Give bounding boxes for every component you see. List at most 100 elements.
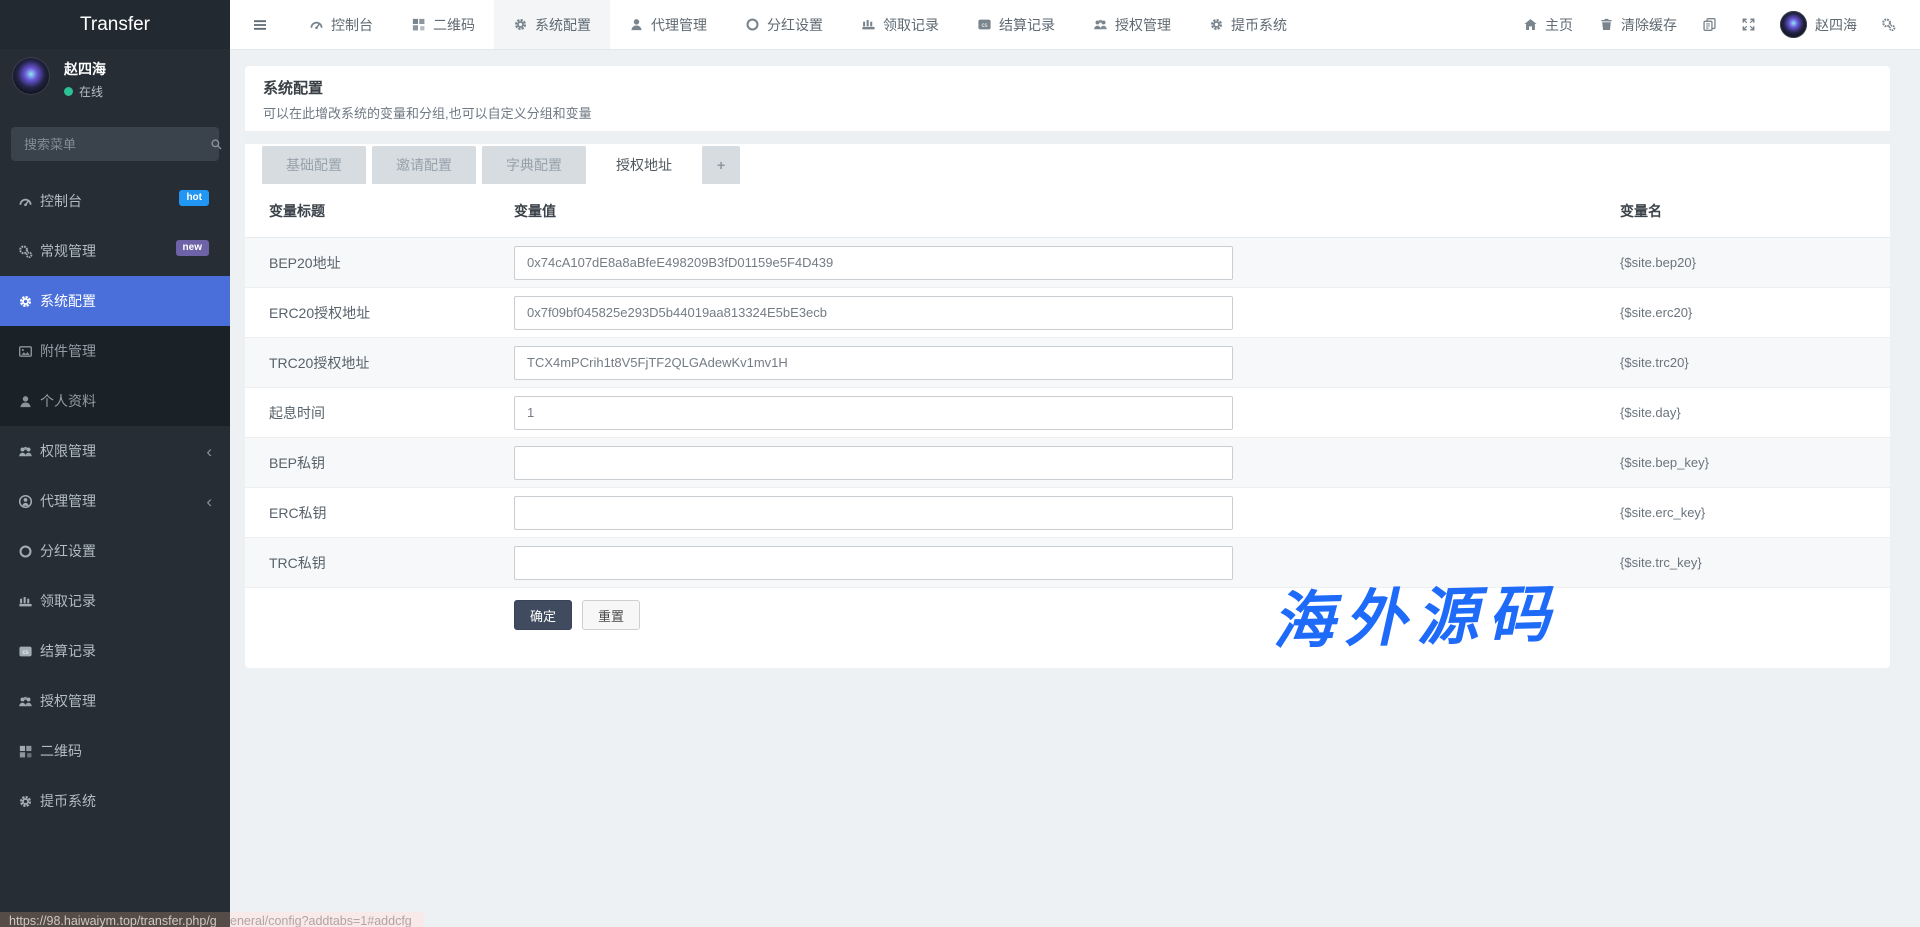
avatar[interactable] [12, 57, 50, 95]
link-preview-light: eneral/config?addtabs=1#addcfg [230, 912, 424, 927]
config-value-input[interactable] [514, 296, 1233, 330]
topnav-right: 主页 清除缓存 赵四海 [1510, 0, 1920, 49]
user-circle-icon [18, 494, 33, 509]
var-title: ERC私钥 [269, 503, 514, 523]
topnav-username: 赵四海 [1815, 15, 1857, 35]
stream-icon [18, 594, 33, 609]
sidebar-item-withdraw-system[interactable]: 提币系统 [0, 776, 230, 826]
online-dot-icon [64, 87, 73, 96]
tab-auth-address[interactable]: 授权地址 [592, 146, 696, 184]
var-name: {$site.trc20} [1620, 355, 1890, 370]
ring-icon [18, 544, 33, 559]
config-value-input[interactable] [514, 446, 1233, 480]
sidebar-item-settle-records[interactable]: cs结算记录 [0, 626, 230, 676]
sidebar-item-label: 系统配置 [40, 291, 96, 311]
hot-badge: hot [179, 190, 209, 206]
sidebar-item-claim-records[interactable]: 领取记录 [0, 576, 230, 626]
stream-icon [861, 17, 876, 32]
config-value-input[interactable] [514, 246, 1233, 280]
nav-system-config[interactable]: 系统配置 [494, 0, 610, 49]
qr-icon [18, 744, 33, 759]
nav-dividend-setting[interactable]: 分红设置 [726, 0, 842, 49]
var-value-cell [514, 296, 1620, 330]
tab-basic-config[interactable]: 基础配置 [262, 146, 366, 184]
sidebar-toggle-button[interactable] [230, 0, 290, 49]
config-value-input[interactable] [514, 546, 1233, 580]
table-header: 变量标题 变量值 变量名 [245, 184, 1890, 238]
nav-agent-manage[interactable]: 代理管理 [610, 0, 726, 49]
submit-button[interactable]: 确定 [514, 600, 572, 630]
docs-button[interactable] [1690, 17, 1729, 32]
nav-label: 代理管理 [651, 15, 707, 35]
tab-invite-config[interactable]: 邀请配置 [372, 146, 476, 184]
table-row: BEP20地址 {$site.bep20} [245, 238, 1890, 288]
trash-icon [1599, 17, 1614, 32]
nav-settle-records[interactable]: cs结算记录 [958, 0, 1074, 49]
sidebar-item-system-config[interactable]: 系统配置 [0, 276, 230, 326]
card-heading: 系统配置 可以在此增改系统的变量和分组,也可以自定义分组和变量 [245, 66, 1890, 131]
config-value-input[interactable] [514, 396, 1233, 430]
gear-icon [513, 17, 528, 32]
sidebar-item-agent-manage[interactable]: 代理管理‹ [0, 476, 230, 526]
nav-label: 系统配置 [535, 15, 591, 35]
table-row: TRC私钥 {$site.trc_key} [245, 538, 1890, 588]
nav-qrcode[interactable]: 二维码 [392, 0, 494, 49]
sidebar-item-permission-manage[interactable]: 权限管理‹ [0, 426, 230, 476]
form-actions: 确定 重置 [514, 600, 1890, 630]
clear-cache-button[interactable]: 清除缓存 [1586, 15, 1690, 35]
sidebar-item-attachment-manage[interactable]: 附件管理 [0, 326, 230, 376]
user-icon [629, 17, 644, 32]
sidebar-item-dividend-setting[interactable]: 分红设置 [0, 526, 230, 576]
nav-label: 提币系统 [1231, 15, 1287, 35]
var-value-cell [514, 546, 1620, 580]
heading-divider [245, 131, 1890, 144]
menu-search-input[interactable] [11, 137, 210, 152]
sidebar-item-auth-manage[interactable]: 授权管理 [0, 676, 230, 726]
ring-icon [745, 17, 760, 32]
sidebar-item-general-manage[interactable]: 常规管理new [0, 226, 230, 276]
table-row: TRC20授权地址{$site.trc20} [245, 338, 1890, 388]
var-title: TRC私钥 [269, 553, 514, 573]
sidebar-username: 赵四海 [64, 59, 106, 79]
config-tabs: 基础配置邀请配置字典配置授权地址+ [245, 144, 1890, 184]
config-table: 变量标题 变量值 变量名 BEP20地址 {$site.bep20} ERC20授权… [245, 184, 1890, 630]
nav-auth-manage[interactable]: 授权管理 [1074, 0, 1190, 49]
user-menu[interactable]: 赵四海 [1768, 11, 1869, 38]
tab-dict-config[interactable]: 字典配置 [482, 146, 586, 184]
nav-console[interactable]: 控制台 [290, 0, 392, 49]
var-value-cell [514, 346, 1620, 380]
sidebar-item-profile[interactable]: 个人资料 [0, 376, 230, 426]
sidebar-item-console[interactable]: 控制台hot [0, 176, 230, 226]
home-button[interactable]: 主页 [1510, 15, 1586, 35]
sidebar: Transfer 赵四海 在线 控制台hot常规管理new系统配置附件管理个人资… [0, 0, 230, 927]
page-subtitle: 可以在此增改系统的变量和分组,也可以自定义分组和变量 [263, 105, 1872, 123]
sidebar-menu: 控制台hot常规管理new 系统配置附件管理个人资料权限管理‹代理管理‹ 分红设置领… [0, 176, 230, 826]
var-name: {$site.bep20} [1620, 255, 1890, 270]
var-value-cell [514, 446, 1620, 480]
config-value-input[interactable] [514, 346, 1233, 380]
settings-button[interactable] [1869, 17, 1908, 32]
var-name: {$site.trc_key} [1620, 555, 1890, 570]
var-title: BEP20地址 [269, 253, 514, 273]
nav-withdraw-system[interactable]: 提币系统 [1190, 0, 1306, 49]
config-value-input[interactable] [514, 496, 1233, 530]
sidebar-item-label: 提币系统 [40, 791, 96, 811]
config-card: 系统配置 可以在此增改系统的变量和分组,也可以自定义分组和变量 基础配置邀请配置… [245, 66, 1890, 668]
top-navbar: 控制台二维码 系统配置 代理管理分红设置领取记录cs结算记录授权管理 提币系统 主页 … [230, 0, 1920, 50]
expand-icon [1741, 17, 1756, 32]
tab-add-tab[interactable]: + [702, 146, 740, 184]
sidebar-user-status: 在线 [64, 83, 103, 100]
nav-claim-records[interactable]: 领取记录 [842, 0, 958, 49]
sidebar-item-qrcode[interactable]: 二维码 [0, 726, 230, 776]
sidebar-item-label: 领取记录 [40, 591, 96, 611]
avatar [1780, 11, 1807, 38]
reset-button[interactable]: 重置 [582, 600, 640, 630]
sidebar-item-label: 分红设置 [40, 541, 96, 561]
gear-icon [18, 794, 33, 809]
sidebar-item-label: 授权管理 [40, 691, 96, 711]
var-title: ERC20授权地址 [269, 303, 514, 323]
var-title: 起息时间 [269, 403, 514, 423]
nav-label: 控制台 [331, 15, 373, 35]
var-name: {$site.erc_key} [1620, 505, 1890, 520]
fullscreen-button[interactable] [1729, 17, 1768, 32]
